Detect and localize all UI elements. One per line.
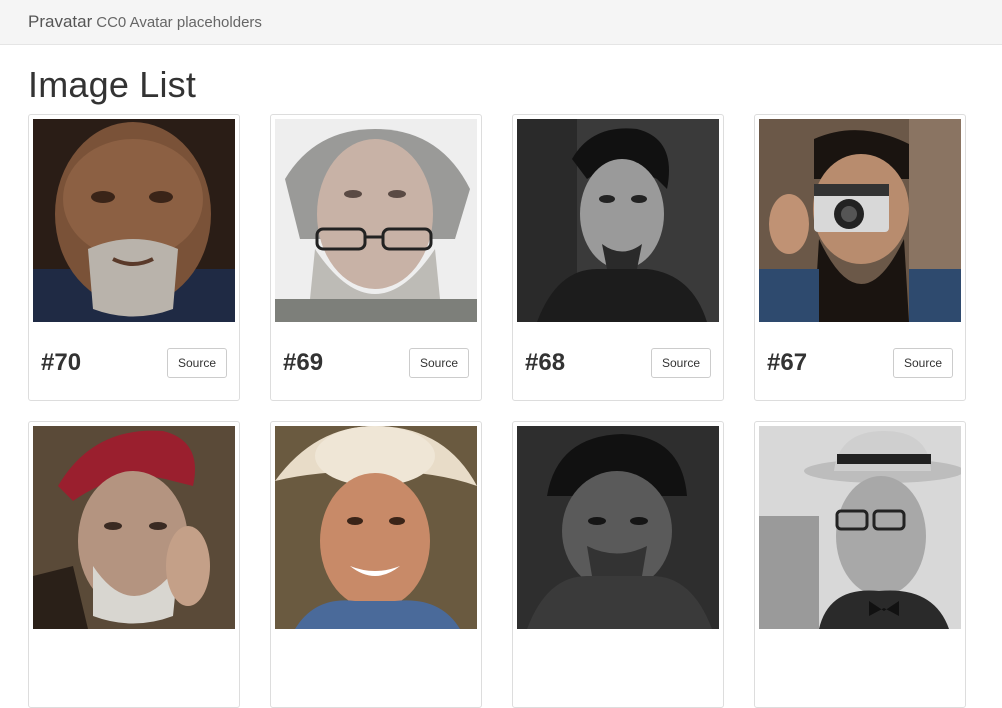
image-card-63	[754, 421, 966, 708]
image-card-69: #69 Source	[270, 114, 482, 401]
image-card-65	[270, 421, 482, 708]
avatar-photo[interactable]	[759, 119, 961, 322]
brand-link[interactable]: Pravatar	[28, 12, 92, 32]
avatar-photo[interactable]	[517, 119, 719, 322]
page-title: Image List	[28, 64, 197, 105]
image-number: #67	[767, 349, 808, 376]
image-number: #68	[525, 349, 566, 376]
source-button[interactable]: Source	[651, 348, 711, 378]
image-number: #69	[283, 349, 324, 376]
avatar-photo[interactable]	[275, 119, 477, 322]
image-number: #70	[41, 349, 82, 376]
image-card-70: #70 Source	[28, 114, 240, 401]
source-button[interactable]: Source	[167, 348, 227, 378]
avatar-photo[interactable]	[33, 119, 235, 322]
avatar-photo[interactable]	[517, 426, 719, 629]
source-button[interactable]: Source	[893, 348, 953, 378]
navbar: Pravatar CC0 Avatar placeholders	[0, 0, 1002, 45]
image-card-67: #67 Source	[754, 114, 966, 401]
avatar-photo[interactable]	[275, 426, 477, 629]
avatar-photo[interactable]	[33, 426, 235, 629]
navbar-tagline: CC0 Avatar placeholders	[96, 13, 262, 31]
source-button[interactable]: Source	[409, 348, 469, 378]
image-card-64	[512, 421, 724, 708]
image-card-66	[28, 421, 240, 708]
image-card-68: #68 Source	[512, 114, 724, 401]
avatar-photo[interactable]	[759, 426, 961, 629]
